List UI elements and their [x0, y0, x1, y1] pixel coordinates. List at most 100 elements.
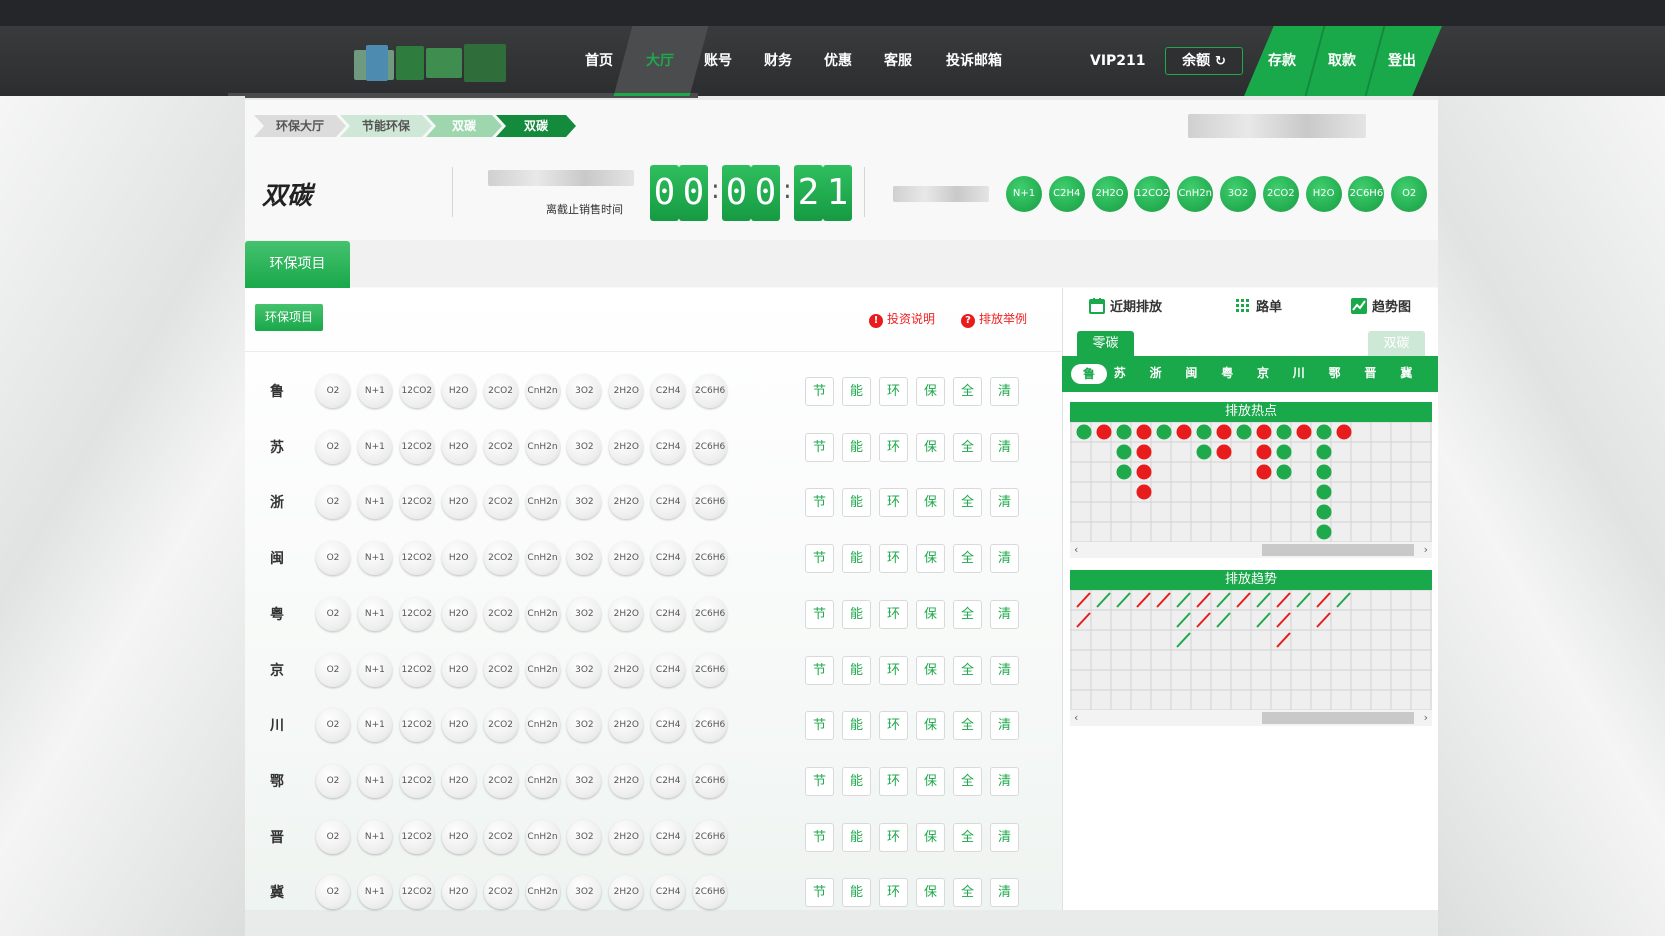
bet-ball[interactable]: H2O [441, 652, 476, 687]
bet-ball[interactable]: O2 [316, 596, 350, 631]
bet-ball[interactable]: N+1 [357, 652, 392, 687]
bet-ball[interactable]: H2O [441, 485, 476, 520]
balance-button[interactable]: 余额 ↻ [1165, 47, 1243, 75]
quick-select-button[interactable]: 全 [953, 822, 982, 852]
bet-ball[interactable]: H2O [441, 596, 476, 631]
trend-grid-scrollbar[interactable]: ‹ › [1070, 710, 1432, 726]
nav-account[interactable]: 账号 [703, 26, 733, 96]
bet-ball[interactable]: O2 [316, 708, 350, 743]
quick-select-button[interactable]: 能 [842, 878, 871, 908]
breadcrumb-item[interactable]: 双碳 [496, 115, 576, 137]
bet-ball[interactable]: C2H4 [651, 652, 686, 687]
result-ball[interactable]: 2CO2 [1262, 176, 1299, 212]
quick-select-button[interactable]: 能 [842, 711, 871, 741]
bet-ball[interactable]: 2CO2 [483, 819, 518, 854]
bet-ball[interactable]: H2O [441, 374, 476, 408]
bet-ball[interactable]: 12CO2 [399, 652, 434, 687]
bet-ball[interactable]: 2CO2 [483, 652, 518, 687]
province-tab[interactable]: 鄂 [1329, 364, 1341, 381]
bet-ball[interactable]: 2CO2 [483, 429, 518, 464]
bet-ball[interactable]: 2C6H6 [693, 763, 728, 798]
breadcrumb-item[interactable]: 双碳 [426, 115, 502, 137]
bet-ball[interactable]: H2O [441, 763, 476, 798]
bet-ball[interactable]: H2O [441, 429, 476, 464]
quick-select-button[interactable]: 能 [842, 766, 871, 796]
bet-ball[interactable]: N+1 [357, 374, 392, 408]
quick-select-button[interactable]: 节 [805, 432, 834, 462]
bet-ball[interactable]: 2H2O [609, 763, 644, 798]
quick-select-button[interactable]: 环 [879, 488, 908, 518]
bet-ball[interactable]: N+1 [357, 875, 392, 910]
quick-select-button[interactable]: 清 [990, 544, 1019, 574]
quick-select-button[interactable]: 能 [842, 488, 871, 518]
nav-finance[interactable]: 财务 [763, 26, 793, 96]
quick-select-button[interactable]: 清 [990, 878, 1019, 908]
tab-trend-chart[interactable]: 趋势图 [1350, 296, 1411, 315]
tab-eco-projects[interactable]: 环保项目 [245, 241, 350, 288]
site-logo[interactable] [354, 42, 508, 84]
quick-select-button[interactable]: 全 [953, 711, 982, 741]
result-ball[interactable]: 2H2O [1091, 176, 1128, 212]
quick-select-button[interactable]: 全 [953, 432, 982, 462]
breadcrumb-item[interactable]: 环保大厅 [254, 115, 346, 137]
scroll-left-icon[interactable]: ‹ [1074, 542, 1078, 558]
bet-ball[interactable]: 12CO2 [399, 596, 434, 631]
bet-ball[interactable]: 12CO2 [399, 763, 434, 798]
quick-select-button[interactable]: 节 [805, 488, 834, 518]
quick-select-button[interactable]: 环 [879, 766, 908, 796]
quick-select-button[interactable]: 保 [916, 822, 945, 852]
nav-home[interactable]: 首页 [584, 26, 614, 96]
tab-road-map[interactable]: 路单 [1234, 296, 1282, 315]
bet-ball[interactable]: 2CO2 [483, 596, 518, 631]
province-tab[interactable]: 苏 [1114, 364, 1126, 381]
province-tab[interactable]: 京 [1257, 364, 1269, 381]
quick-select-button[interactable]: 能 [842, 655, 871, 685]
quick-select-button[interactable]: 保 [916, 488, 945, 518]
quick-select-button[interactable]: 环 [879, 432, 908, 462]
bet-ball[interactable]: CnH2n [525, 875, 560, 910]
bet-ball[interactable]: N+1 [357, 708, 392, 743]
bet-ball[interactable]: O2 [316, 374, 350, 408]
bet-ball[interactable]: 3O2 [567, 819, 602, 854]
bet-ball[interactable]: N+1 [357, 819, 392, 854]
province-tab[interactable]: 浙 [1150, 364, 1162, 381]
quick-select-button[interactable]: 节 [805, 377, 834, 406]
bet-ball[interactable]: CnH2n [525, 485, 560, 520]
bet-ball[interactable]: 2CO2 [483, 485, 518, 520]
quick-select-button[interactable]: 保 [916, 599, 945, 629]
bet-ball[interactable]: 2H2O [609, 819, 644, 854]
scroll-right-icon[interactable]: › [1424, 710, 1428, 726]
result-ball[interactable]: H2O [1305, 176, 1342, 212]
bet-ball[interactable]: O2 [316, 652, 350, 687]
bet-ball[interactable]: 3O2 [567, 429, 602, 464]
bet-ball[interactable]: CnH2n [525, 763, 560, 798]
bet-ball[interactable]: N+1 [357, 596, 392, 631]
bet-ball[interactable]: H2O [441, 875, 476, 910]
quick-select-button[interactable]: 环 [879, 822, 908, 852]
quick-select-button[interactable]: 环 [879, 655, 908, 685]
bet-ball[interactable]: 3O2 [567, 652, 602, 687]
quick-select-button[interactable]: 保 [916, 711, 945, 741]
bet-ball[interactable]: O2 [316, 541, 350, 576]
quick-select-button[interactable]: 环 [879, 711, 908, 741]
bet-ball[interactable]: N+1 [357, 429, 392, 464]
bet-ball[interactable]: 2C6H6 [693, 541, 728, 576]
bet-ball[interactable]: CnH2n [525, 819, 560, 854]
result-ball[interactable]: 3O2 [1220, 176, 1256, 212]
quick-select-button[interactable]: 全 [953, 544, 982, 574]
quick-select-button[interactable]: 节 [805, 822, 834, 852]
breadcrumb-item[interactable]: 节能环保 [340, 115, 432, 137]
bet-ball[interactable]: 12CO2 [399, 875, 434, 910]
result-ball[interactable]: O2 [1391, 176, 1428, 212]
province-tab[interactable]: 粤 [1221, 364, 1233, 381]
quick-select-button[interactable]: 保 [916, 766, 945, 796]
quick-select-button[interactable]: 清 [990, 377, 1019, 406]
bet-ball[interactable]: 2H2O [609, 429, 644, 464]
quick-select-button[interactable]: 节 [805, 711, 834, 741]
bet-ball[interactable]: N+1 [357, 763, 392, 798]
bet-ball[interactable]: 2CO2 [483, 541, 518, 576]
province-tab[interactable]: 晋 [1364, 364, 1376, 381]
bet-ball[interactable]: 2C6H6 [693, 429, 728, 464]
nav-complaint-email[interactable]: 投诉邮箱 [944, 26, 1004, 96]
bet-ball[interactable]: O2 [316, 429, 350, 464]
